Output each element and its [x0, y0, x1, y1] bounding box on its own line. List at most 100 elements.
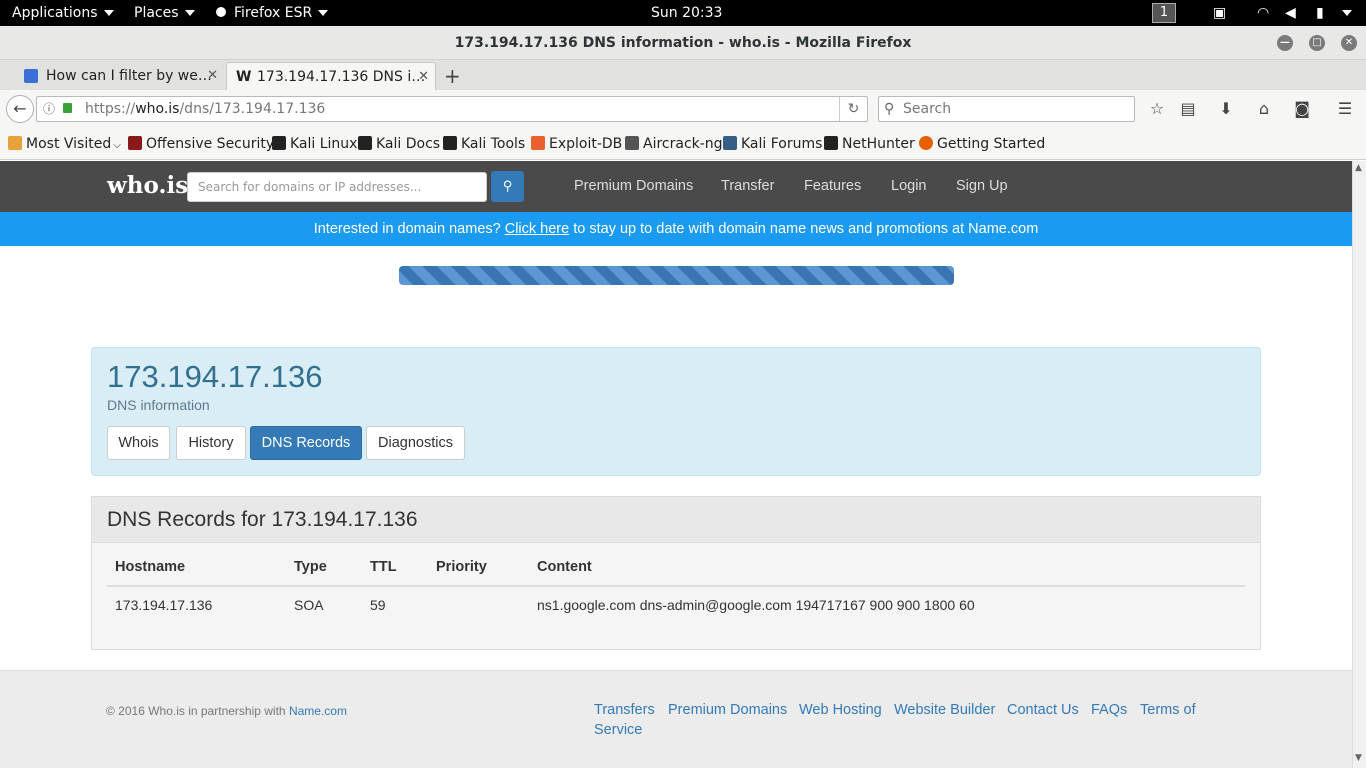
- library-icon[interactable]: ▤: [1175, 96, 1201, 122]
- bookmark-aircrack[interactable]: Aircrack-ng: [625, 128, 723, 160]
- hamburger-menu-icon[interactable]: ☰: [1332, 96, 1358, 122]
- tab-dns-info[interactable]: W 173.194.17.136 DNS i… ✕: [226, 62, 436, 90]
- nav-premium-domains[interactable]: Premium Domains: [574, 161, 693, 212]
- domain-search-input[interactable]: Search for domains or IP addresses...: [187, 172, 487, 202]
- close-tab-icon[interactable]: ✕: [207, 62, 218, 90]
- footer-link-transfers[interactable]: Transfers: [594, 702, 655, 718]
- copyright: © 2016 Who.is in partnership with Name.c…: [106, 704, 347, 718]
- bookmark-nethunter[interactable]: NetHunter: [824, 128, 915, 160]
- aircrack-icon: [625, 136, 639, 150]
- window-titlebar: 173.194.17.136 DNS information - who.is …: [0, 26, 1366, 60]
- info-icon[interactable]: ⓘ: [43, 97, 55, 121]
- promo-text-2: to stay up to date with domain name news…: [569, 221, 1039, 237]
- nav-login[interactable]: Login: [891, 161, 926, 212]
- app-menu[interactable]: Firefox ESR: [216, 0, 329, 26]
- chevron-down-icon: [103, 10, 114, 16]
- nav-sign-up[interactable]: Sign Up: [956, 161, 1008, 212]
- workspace-indicator[interactable]: 1: [1152, 3, 1176, 23]
- bookmark-kali-linux[interactable]: Kali Linux: [272, 128, 357, 160]
- back-button[interactable]: ←: [6, 95, 34, 123]
- nav-features[interactable]: Features: [804, 161, 861, 212]
- offsec-icon: [128, 136, 142, 150]
- exploitdb-icon: [531, 136, 545, 150]
- footer-link-faqs[interactable]: FAQs: [1091, 702, 1127, 718]
- bookmark-getting-started[interactable]: Getting Started: [919, 128, 1045, 160]
- panel-title: DNS Records for 173.194.17.136: [107, 508, 418, 531]
- tab-whois[interactable]: Whois: [107, 426, 170, 460]
- copyright-text: © 2016 Who.is in partnership with: [106, 704, 289, 718]
- search-icon: ⚲: [884, 101, 895, 117]
- bookmark-label: Offensive Security: [146, 136, 275, 152]
- progress-bar: [399, 266, 954, 285]
- tab-history[interactable]: History: [176, 426, 246, 460]
- promo-link[interactable]: Click here: [505, 221, 569, 237]
- site-logo[interactable]: who.is: [107, 172, 188, 199]
- tab-dns-records[interactable]: DNS Records: [250, 426, 362, 460]
- bookmark-label: Aircrack-ng: [643, 136, 723, 152]
- chevron-down-icon: [1342, 10, 1352, 16]
- browser-search-box[interactable]: ⚲ Search: [878, 96, 1135, 122]
- footer-link-premium-domains[interactable]: Premium Domains: [668, 702, 787, 718]
- places-label: Places: [134, 5, 179, 21]
- battery-icon[interactable]: ▮: [1316, 0, 1324, 26]
- whois-favicon-icon: W: [236, 69, 252, 85]
- volume-icon[interactable]: ◀: [1285, 0, 1296, 26]
- page-subtitle: DNS information: [107, 397, 210, 413]
- close-tab-icon[interactable]: ✕: [418, 63, 429, 90]
- system-menu[interactable]: [1336, 0, 1352, 26]
- minimize-icon[interactable]: —: [1277, 35, 1293, 51]
- bookmark-offensive-security[interactable]: Offensive Security: [128, 128, 274, 160]
- download-icon[interactable]: ⬇: [1213, 96, 1239, 122]
- url-prefix: https://: [85, 101, 136, 117]
- footer-link-web-hosting[interactable]: Web Hosting: [799, 702, 882, 718]
- reload-icon[interactable]: ↻: [839, 97, 867, 121]
- bookmark-label: Getting Started: [937, 136, 1046, 152]
- places-menu[interactable]: Places: [134, 0, 195, 26]
- bookmark-star-icon[interactable]: ☆: [1144, 96, 1170, 122]
- page-scrollbar[interactable]: ▲ ▼: [1352, 161, 1366, 768]
- bookmark-exploit-db[interactable]: Exploit-DB: [531, 128, 622, 160]
- camera-icon[interactable]: ▣: [1213, 0, 1226, 26]
- wifi-icon[interactable]: ◠: [1257, 0, 1269, 26]
- nav-transfer[interactable]: Transfer: [721, 161, 774, 212]
- domain-search-button[interactable]: ⚲: [491, 171, 524, 202]
- tab-label: 173.194.17.136 DNS i…: [257, 69, 426, 85]
- footer-link-website-builder[interactable]: Website Builder: [894, 702, 995, 718]
- lock-icon[interactable]: [63, 103, 72, 113]
- pocket-icon[interactable]: ◙: [1289, 96, 1315, 122]
- scroll-down-icon[interactable]: ▼: [1355, 753, 1362, 763]
- footer-link-terms-line1[interactable]: Terms of: [1140, 702, 1196, 718]
- url-text: https://who.is/dns/173.194.17.136: [85, 97, 325, 121]
- forums-icon: [723, 136, 737, 150]
- url-path: /dns/173.194.17.136: [179, 101, 326, 117]
- tab-diagnostics[interactable]: Diagnostics: [366, 426, 465, 460]
- cell-content: ns1.google.com dns-admin@google.com 1947…: [537, 597, 975, 613]
- bookmark-kali-docs[interactable]: Kali Docs: [358, 128, 440, 160]
- window-title: 173.194.17.136 DNS information - who.is …: [454, 35, 912, 51]
- bookmark-most-visited[interactable]: Most Visited ⌵: [8, 128, 121, 160]
- maximize-icon[interactable]: □: [1309, 35, 1325, 51]
- footer-link-contact-us[interactable]: Contact Us: [1007, 702, 1079, 718]
- new-tab-button[interactable]: +: [444, 62, 461, 90]
- footer-link-terms-line2[interactable]: Service: [594, 722, 642, 738]
- url-domain: who.is: [135, 101, 180, 117]
- clock[interactable]: Sun 20:33: [651, 0, 722, 26]
- tab-label: How can I filter by we…: [46, 68, 212, 84]
- web-page: who.is Search for domains or IP addresse…: [0, 161, 1352, 768]
- applications-menu[interactable]: Applications: [12, 0, 114, 26]
- scroll-up-icon[interactable]: ▲: [1355, 163, 1362, 173]
- kali-icon: [443, 136, 457, 150]
- cell-ttl: 59: [370, 597, 386, 613]
- home-icon[interactable]: ⌂: [1251, 96, 1277, 122]
- bookmarks-toolbar: Most Visited ⌵ Offensive Security Kali Li…: [0, 128, 1366, 160]
- column-header-priority: Priority: [436, 559, 487, 575]
- close-icon[interactable]: ✕: [1341, 35, 1357, 51]
- bookmark-kali-tools[interactable]: Kali Tools: [443, 128, 525, 160]
- tab-question[interactable]: How can I filter by we… ✕: [14, 62, 224, 90]
- bookmark-kali-forums[interactable]: Kali Forums: [723, 128, 822, 160]
- cell-hostname: 173.194.17.136: [115, 597, 213, 613]
- partner-link[interactable]: Name.com: [289, 704, 347, 718]
- applications-label: Applications: [12, 5, 98, 21]
- url-bar[interactable]: ⓘ https://who.is/dns/173.194.17.136 ↻: [36, 96, 868, 122]
- bookmark-label: Kali Linux: [290, 136, 358, 152]
